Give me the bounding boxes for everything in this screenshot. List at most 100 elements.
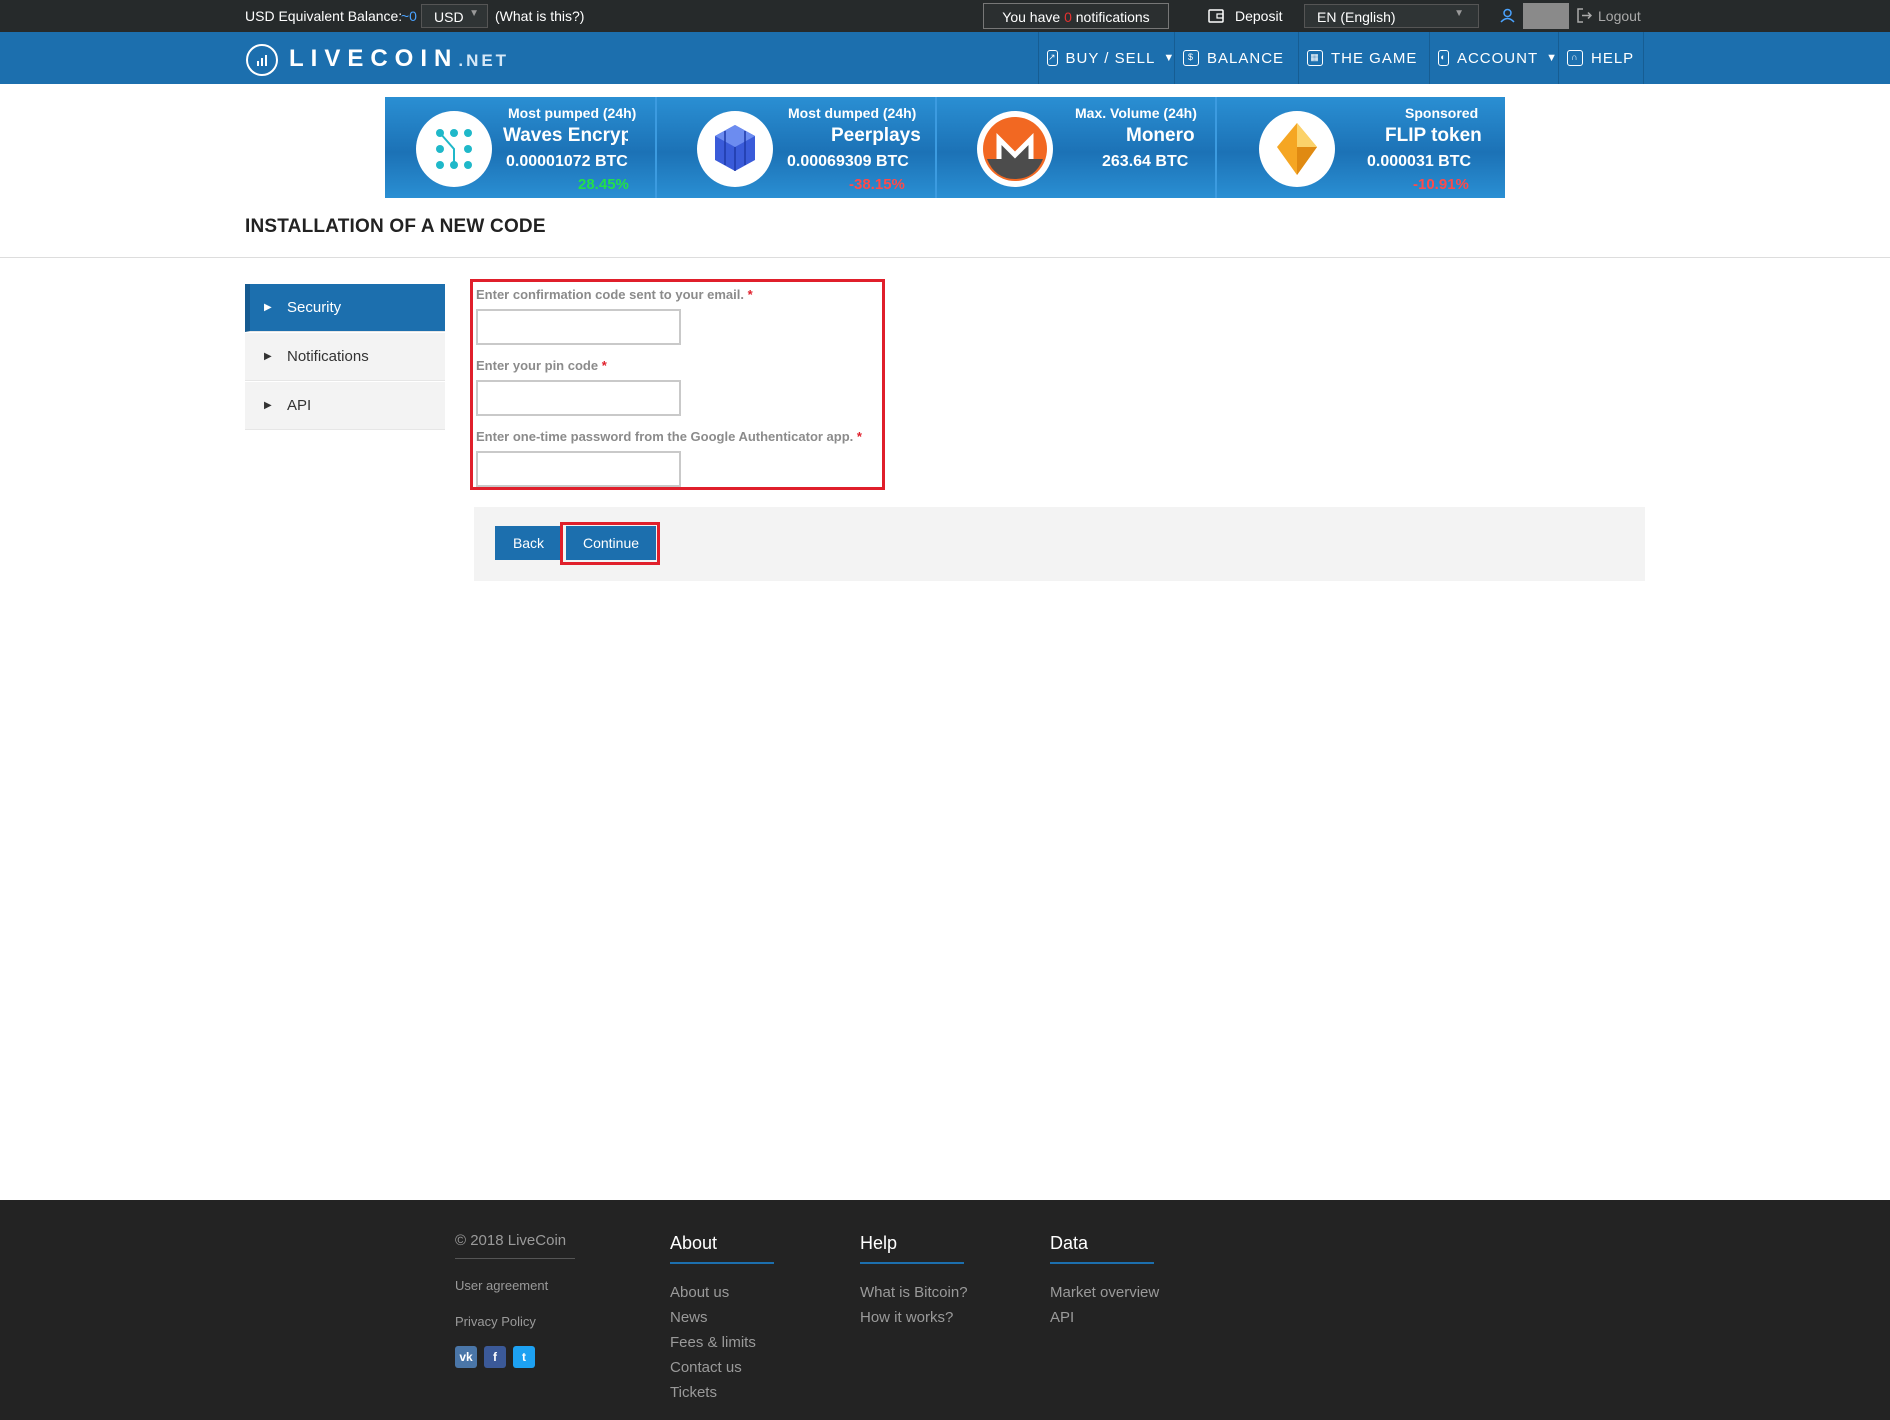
nav-help-label: HELP bbox=[1591, 49, 1635, 67]
otp-label-text: Enter one-time password from the Google … bbox=[476, 429, 854, 444]
footer-link[interactable]: API bbox=[1050, 1309, 1074, 1326]
footer-link[interactable]: Market overview bbox=[1050, 1284, 1159, 1301]
ticker-card-sponsored[interactable]: Sponsored FLIP token 0.000031 BTC -10.91… bbox=[1217, 97, 1505, 198]
nav-help[interactable]: ∩ HELP bbox=[1558, 32, 1644, 84]
ticker-change: -10.91% bbox=[1413, 176, 1469, 193]
otp-label: Enter one-time password from the Google … bbox=[476, 429, 862, 444]
divider bbox=[455, 1258, 575, 1259]
currency-select[interactable]: USD ▼ bbox=[421, 4, 488, 28]
sidebar-item-api[interactable]: ▶ API bbox=[245, 382, 445, 430]
headset-icon: ∩ bbox=[1567, 50, 1583, 66]
ticker-heading: Sponsored bbox=[1405, 105, 1479, 121]
user-icon[interactable] bbox=[1500, 8, 1515, 26]
copyright: © 2018 LiveCoin bbox=[455, 1232, 567, 1249]
nav-buy-sell-label: BUY / SELL bbox=[1065, 49, 1156, 67]
footer-data-heading: Data bbox=[1050, 1233, 1089, 1253]
ticker-card-pumped[interactable]: Most pumped (24h) Waves Encryptc 0.00001… bbox=[385, 97, 655, 198]
continue-highlight-frame bbox=[560, 522, 660, 565]
ticker-change: 28.45% bbox=[578, 176, 629, 193]
nav-balance-label: BALANCE bbox=[1207, 49, 1285, 67]
nav-the-game-label: THE GAME bbox=[1331, 49, 1418, 67]
required-mark: * bbox=[601, 358, 607, 373]
required-mark: * bbox=[747, 287, 753, 302]
footer-link[interactable]: How it works? bbox=[860, 1309, 953, 1326]
footer-link[interactable]: News bbox=[670, 1309, 708, 1326]
ticker-coin-name: Waves Encryptc bbox=[503, 125, 628, 146]
chart-icon: ↗ bbox=[1047, 50, 1058, 66]
triangle-right-icon: ▶ bbox=[264, 351, 272, 362]
sidebar-item-notifications[interactable]: ▶ Notifications bbox=[245, 333, 445, 381]
vk-icon[interactable]: vk bbox=[455, 1346, 477, 1368]
email-code-input[interactable] bbox=[476, 309, 681, 345]
logout-icon[interactable] bbox=[1577, 8, 1593, 26]
nav-balance[interactable]: $ BALANCE bbox=[1174, 32, 1298, 84]
logo-main: LIVECOIN bbox=[289, 45, 459, 72]
currency-value: USD bbox=[434, 9, 464, 25]
footer-link[interactable]: Tickets bbox=[670, 1384, 717, 1401]
user-avatar[interactable] bbox=[1523, 3, 1569, 29]
footer-link[interactable]: About us bbox=[670, 1284, 729, 1301]
ticker-change: -38.15% bbox=[849, 176, 905, 193]
sidebar-item-security[interactable]: ▶ Security bbox=[245, 284, 445, 332]
chevron-down-icon: ▼ bbox=[1546, 52, 1558, 64]
email-code-label-text: Enter confirmation code sent to your ema… bbox=[476, 287, 744, 302]
ticker-card-dumped[interactable]: Most dumped (24h) Peerplays 0.00069309 B… bbox=[657, 97, 935, 198]
ticker-coin-name: Monero bbox=[1126, 125, 1195, 146]
ticker-card-volume[interactable]: Max. Volume (24h) Monero 263.64 BTC bbox=[937, 97, 1215, 198]
footer-help-heading: Help bbox=[860, 1233, 898, 1253]
logout-link[interactable]: Logout bbox=[1598, 8, 1641, 24]
heading-underline bbox=[1050, 1262, 1154, 1264]
wallet-icon bbox=[1208, 8, 1224, 26]
ticker-price: 0.00001072 BTC bbox=[506, 153, 628, 170]
ticker-price: 0.000031 BTC bbox=[1367, 153, 1472, 170]
footer-link[interactable]: Fees & limits bbox=[670, 1334, 756, 1351]
divider bbox=[0, 257, 1890, 258]
balance-value: ~0 bbox=[401, 8, 417, 24]
footer-link[interactable]: Contact us bbox=[670, 1359, 742, 1376]
sidebar-item-label: Notifications bbox=[287, 348, 369, 365]
chevron-down-icon: ▼ bbox=[469, 8, 479, 19]
chevron-down-icon: ▼ bbox=[1454, 8, 1464, 19]
logo-icon[interactable] bbox=[246, 44, 278, 76]
notif-prefix: You have bbox=[1002, 9, 1061, 25]
heading-underline bbox=[860, 1262, 964, 1264]
ticker-coin-name: Peerplays bbox=[831, 125, 921, 146]
language-select[interactable]: EN (English) ▼ bbox=[1304, 4, 1479, 28]
pin-label-text: Enter your pin code bbox=[476, 358, 599, 373]
required-mark: * bbox=[856, 429, 862, 444]
heading-underline bbox=[670, 1262, 774, 1264]
peerplays-coin-icon bbox=[697, 111, 773, 187]
deposit-link[interactable]: Deposit bbox=[1235, 8, 1282, 24]
sidebar-item-label: Security bbox=[287, 299, 342, 316]
nav-buy-sell[interactable]: ↗ BUY / SELL ▼ bbox=[1038, 32, 1174, 84]
page-title: INSTALLATION OF A NEW CODE bbox=[245, 216, 546, 237]
monero-coin-icon bbox=[977, 111, 1053, 187]
nav-account-label: ACCOUNT bbox=[1456, 49, 1539, 67]
user-agreement-link[interactable]: User agreement bbox=[455, 1278, 548, 1293]
game-grid-icon: ▦ bbox=[1307, 50, 1323, 66]
waves-coin-icon bbox=[416, 111, 492, 187]
flip-token-icon bbox=[1259, 111, 1335, 187]
top-bar: USD Equivalent Balance: ~0 (What is this… bbox=[0, 0, 1890, 32]
pin-label: Enter your pin code * bbox=[476, 358, 607, 373]
footer-link[interactable]: What is Bitcoin? bbox=[860, 1284, 968, 1301]
otp-input[interactable] bbox=[476, 451, 681, 487]
ticker-heading: Most dumped (24h) bbox=[788, 105, 917, 121]
ticker-heading: Max. Volume (24h) bbox=[1075, 105, 1197, 121]
triangle-right-icon: ▶ bbox=[264, 400, 272, 411]
logo-wordmark[interactable]: LIVECOIN.NET bbox=[289, 45, 509, 73]
footer-about-heading: About bbox=[670, 1233, 718, 1253]
privacy-policy-link[interactable]: Privacy Policy bbox=[455, 1314, 536, 1329]
twitter-icon[interactable]: t bbox=[513, 1346, 535, 1368]
balance-label: USD Equivalent Balance: bbox=[245, 8, 403, 24]
facebook-icon[interactable]: f bbox=[484, 1346, 506, 1368]
account-icon: ◐ bbox=[1438, 50, 1449, 66]
what-is-this-link[interactable]: (What is this?) bbox=[495, 8, 584, 24]
nav-account[interactable]: ◐ ACCOUNT ▼ bbox=[1429, 32, 1558, 84]
notifications-indicator[interactable]: You have 0 notifications bbox=[983, 3, 1169, 29]
back-button[interactable]: Back bbox=[495, 526, 562, 560]
balance-icon: $ bbox=[1183, 50, 1199, 66]
nav-the-game[interactable]: ▦ THE GAME bbox=[1298, 32, 1429, 84]
ticker-price: 263.64 BTC bbox=[1102, 153, 1189, 170]
pin-input[interactable] bbox=[476, 380, 681, 416]
